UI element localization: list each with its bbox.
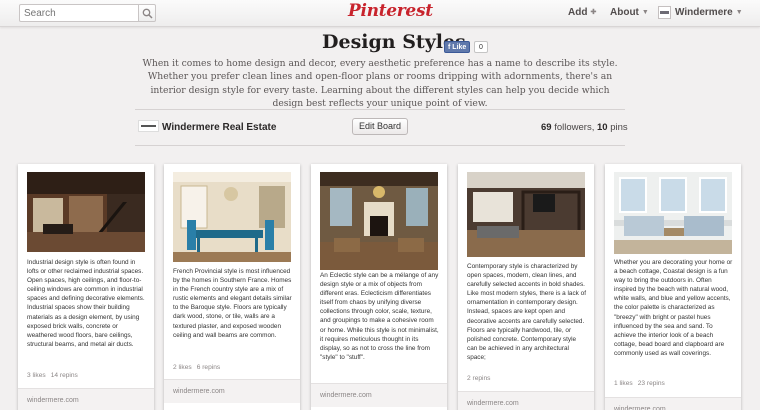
pin-source[interactable]: windermere.com <box>605 397 741 410</box>
pin-likes: 2 likes <box>173 364 192 371</box>
followers-label: followers, <box>551 122 597 133</box>
follower-count: 69 <box>541 122 552 133</box>
facebook-icon: f <box>448 44 451 51</box>
pin-source[interactable]: windermere.com <box>458 391 594 410</box>
pin-image[interactable] <box>467 172 585 257</box>
pin-repins: 23 repins <box>637 380 665 387</box>
pin-description: Industrial design style is often found i… <box>27 259 145 348</box>
board-stats: 69 followers, 10 pins <box>541 122 628 133</box>
search-button[interactable] <box>138 4 156 22</box>
pin-repins: 14 repins <box>50 372 78 379</box>
pin-stats: 1 likes 23 repins <box>614 380 665 387</box>
pin-source[interactable]: windermere.com <box>311 383 447 407</box>
contemporary-room-image <box>467 172 585 257</box>
chevron-down-icon: ▼ <box>641 9 649 16</box>
divider <box>135 145 625 146</box>
owner-avatar[interactable] <box>138 120 159 132</box>
pin-image[interactable] <box>614 172 732 254</box>
pins-label: pins <box>607 122 628 133</box>
pin-stats: 2 likes 6 repins <box>173 364 220 371</box>
pin-likes: 3 likes <box>27 372 46 379</box>
pin-description: Whether you are decorating your home or … <box>614 259 733 357</box>
nav-add-label: Add <box>568 7 588 18</box>
search-input[interactable] <box>19 4 139 22</box>
top-bar: Pinterest Add✚ About▼ Windermere▼ <box>0 0 760 27</box>
nav-about-label: About <box>610 7 639 18</box>
pin-count: 10 <box>596 122 608 133</box>
pin-repins: 6 repins <box>196 364 221 371</box>
pin-likes: 1 likes <box>614 380 633 387</box>
plus-icon: ✚ <box>590 9 597 16</box>
nav-user[interactable]: Windermere ▼ <box>675 7 743 18</box>
board-description: When it comes to home design and decor, … <box>142 58 618 110</box>
nav-user-label: Windermere <box>675 7 733 18</box>
pin-card[interactable]: Contemporary style is characterized by o… <box>458 164 594 410</box>
pin-description: An Eclectic style can be a mélange of an… <box>320 272 439 361</box>
pin-source[interactable]: windermere.com <box>164 379 300 403</box>
pin-description: French Provincial style is most influenc… <box>173 268 292 339</box>
pinterest-logo[interactable]: Pinterest <box>348 1 433 21</box>
eclectic-room-image <box>320 172 438 270</box>
owner-name[interactable]: Windermere Real Estate <box>162 122 276 133</box>
pin-stats: 2 repins <box>467 375 490 382</box>
pin-card[interactable]: Whether you are decorating your home or … <box>605 164 741 410</box>
chevron-down-icon: ▼ <box>735 9 743 16</box>
pin-source[interactable]: windermere.com <box>18 388 154 410</box>
edit-board-button[interactable]: Edit Board <box>352 118 408 135</box>
facebook-like-count: 0 <box>474 41 488 53</box>
search-icon <box>142 8 153 19</box>
pin-card[interactable]: An Eclectic style can be a mélange of an… <box>311 164 447 410</box>
facebook-like-label: Like <box>452 44 467 51</box>
pin-stats: 3 likes 14 repins <box>27 372 78 379</box>
pin-image[interactable] <box>27 172 145 252</box>
pin-description: Contemporary style is characterized by o… <box>467 263 586 361</box>
pin-repins: 2 repins <box>467 375 491 382</box>
industrial-room-image <box>27 172 145 252</box>
pin-card[interactable]: Industrial design style is often found i… <box>18 164 154 410</box>
pin-image[interactable] <box>320 172 438 270</box>
coastal-room-image <box>614 172 732 254</box>
avatar[interactable] <box>658 6 671 19</box>
divider <box>135 109 625 110</box>
facebook-like-button[interactable]: f Like <box>444 41 471 53</box>
pin-card[interactable]: French Provincial style is most influenc… <box>164 164 300 410</box>
nav-add[interactable]: Add ✚ <box>568 7 596 18</box>
pin-image[interactable] <box>173 172 291 262</box>
nav-about[interactable]: About ▼ <box>610 7 649 18</box>
french-room-image <box>173 172 291 262</box>
